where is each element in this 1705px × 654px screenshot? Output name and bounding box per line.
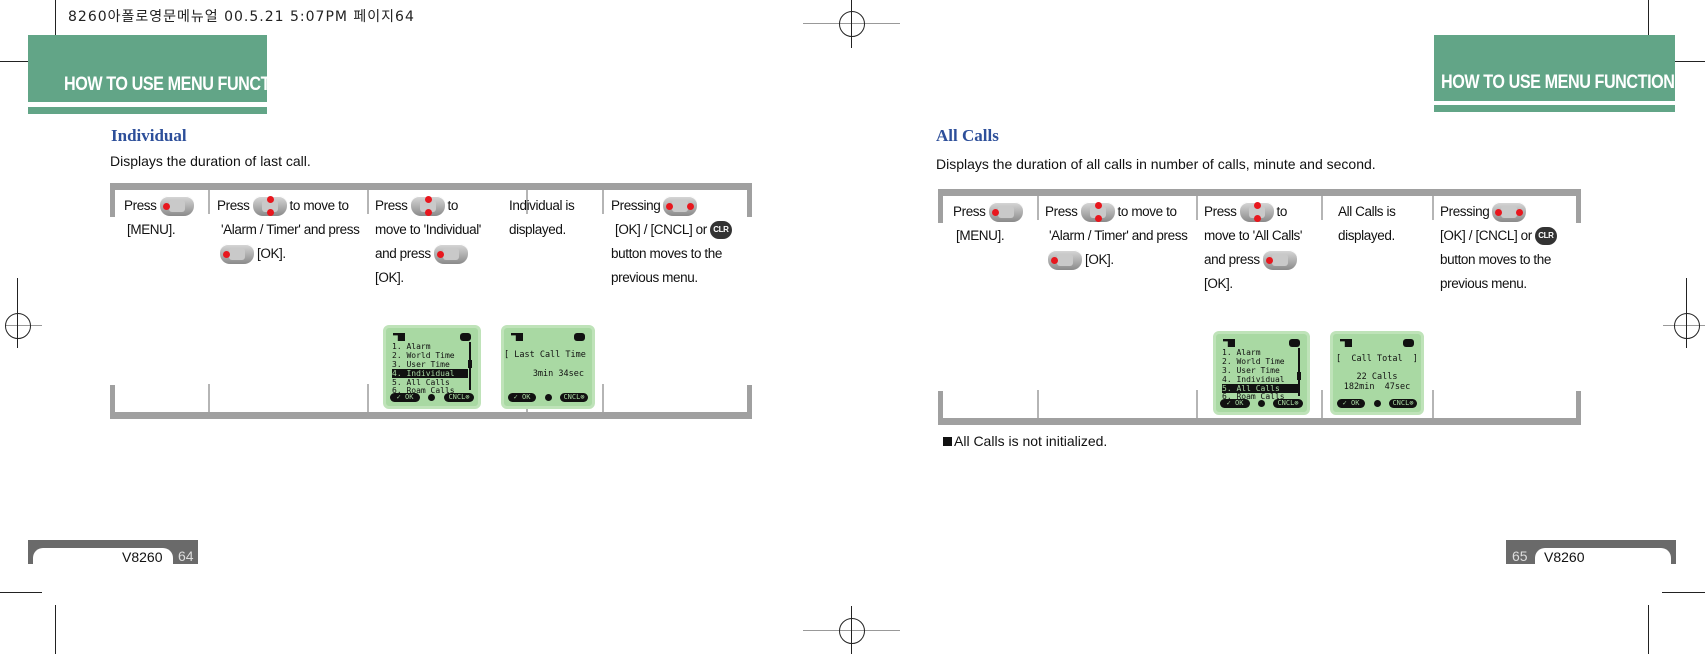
note: All Calls is not initialized. [943, 433, 1107, 449]
ok-cncl-key-icon [1492, 202, 1527, 223]
softkey-cncl: CNCL⊗ [1389, 399, 1417, 408]
signal-icon [1340, 339, 1352, 347]
menu-key-icon [1262, 250, 1297, 271]
step-3: Press to move to 'Individual' and press [… [375, 196, 481, 285]
nav-indicator-icon [428, 394, 435, 401]
step-2: Press to move to 'Alarm / Timer' and pres… [1045, 200, 1188, 272]
screen-title: [ Call Total ] [1336, 354, 1418, 364]
menu-item: 3. User Time [392, 360, 450, 369]
screen-title: [ Last Call Time ] [504, 350, 595, 360]
softkey-ok: ✓ OK [508, 393, 536, 402]
crop-mark [0, 592, 42, 593]
registration-mark [839, 618, 865, 644]
step-1: Press [MENU]. [953, 200, 1026, 248]
softkey-cncl: CNCL⊗ [444, 393, 474, 402]
bullet-square-icon [943, 437, 952, 446]
menu-item: 1. Alarm [1222, 348, 1261, 357]
footer-model: V8260 [1544, 549, 1585, 565]
nav-indicator-icon [1258, 400, 1265, 407]
screen-duration: 182min 47sec [1343, 382, 1411, 392]
menu-key-icon [1048, 250, 1082, 271]
battery-icon [574, 333, 585, 341]
step-4: All Calls is displayed. [1338, 204, 1396, 243]
screen-calls: 22 Calls [1356, 372, 1398, 382]
section-title: Individual [111, 126, 187, 145]
clr-key-icon: CLR [709, 221, 732, 240]
step-1: Press [MENU]. [124, 194, 197, 242]
ok-cncl-key-icon [663, 196, 698, 217]
crop-mark [1648, 605, 1649, 654]
nav-indicator-icon [1374, 400, 1381, 407]
step-4: Individual is displayed. [509, 198, 575, 237]
registration-mark [839, 11, 865, 37]
section-title: All Calls [936, 126, 999, 145]
menu-key-icon [988, 202, 1023, 223]
nav-indicator-icon [545, 394, 552, 401]
section-description: Displays the duration of last call. [110, 153, 311, 169]
softkey-cncl: CNCL⊗ [1273, 399, 1303, 408]
crop-mark [1662, 592, 1705, 593]
battery-icon [1289, 339, 1300, 347]
menu-item-selected: 4. Individual [392, 369, 468, 378]
menu-screen: 1. Alarm 2. World Time 3. User Time 4. I… [383, 325, 481, 409]
registration-mark [1674, 313, 1700, 339]
header-title: HOW TO USE MENU FUNCTIONS [1441, 72, 1685, 93]
nav-key-icon [1080, 202, 1115, 223]
menu-item: 4. Individual [1222, 375, 1285, 384]
signal-icon [1223, 339, 1235, 347]
step-2: Press to move to 'Alarm / Timer' and pres… [217, 194, 360, 266]
menu-screen: 1. Alarm 2. World Time 3. User Time 4. I… [1213, 331, 1310, 415]
step-3: Press to move to 'All Calls' and press [O… [1204, 202, 1303, 291]
page-number: 65 [1512, 548, 1528, 564]
call-total-screen: [ Call Total ] 22 Calls 182min 47sec ✓ O… [1330, 331, 1424, 415]
last-call-time-screen: [ Last Call Time ] 3min 34sec ✓ OK CNCL⊗ [501, 325, 595, 409]
softkey-cncl: CNCL⊗ [560, 393, 588, 402]
clr-key-icon: CLR [1534, 227, 1557, 246]
battery-icon [1403, 339, 1414, 347]
step-5: Pressing [OK] / [CNCL] or CLR button move… [611, 194, 732, 290]
nav-key-icon [1239, 202, 1274, 223]
section-description: Displays the duration of all calls in nu… [936, 156, 1376, 172]
scroll-thumb [468, 360, 472, 368]
softkey-ok: ✓ OK [1220, 399, 1250, 408]
signal-icon [393, 333, 405, 341]
header-strip [1434, 105, 1675, 112]
header-title: HOW TO USE MENU FUNCTIONS [64, 74, 308, 95]
battery-icon [460, 333, 471, 341]
signal-icon [511, 333, 523, 341]
print-slug: 8260아폴로영문메뉴얼 00.5.21 5:07PM 페이지64 [68, 9, 415, 25]
crop-mark [55, 605, 56, 654]
menu-item: 1. Alarm [392, 342, 431, 351]
menu-key-icon [433, 244, 468, 265]
menu-item: 2. World Time [392, 351, 455, 360]
softkey-ok: ✓ OK [390, 393, 420, 402]
footer-model: V8260 [122, 549, 163, 565]
softkey-ok: ✓ OK [1337, 399, 1365, 408]
step-5: Pressing [OK] / [CNCL] or CLR button move… [1440, 200, 1557, 296]
nav-key-icon [252, 196, 287, 217]
page-number: 64 [178, 548, 194, 564]
menu-item: 3. User Time [1222, 366, 1280, 375]
header-strip [28, 107, 267, 114]
menu-key-icon [220, 244, 254, 265]
menu-item: 2. World Time [1222, 357, 1285, 366]
menu-key-icon [159, 196, 194, 217]
nav-key-icon [410, 196, 445, 217]
scroll-thumb [1297, 372, 1301, 380]
registration-mark [5, 313, 31, 339]
screen-value: 3min 34sec [532, 369, 584, 379]
